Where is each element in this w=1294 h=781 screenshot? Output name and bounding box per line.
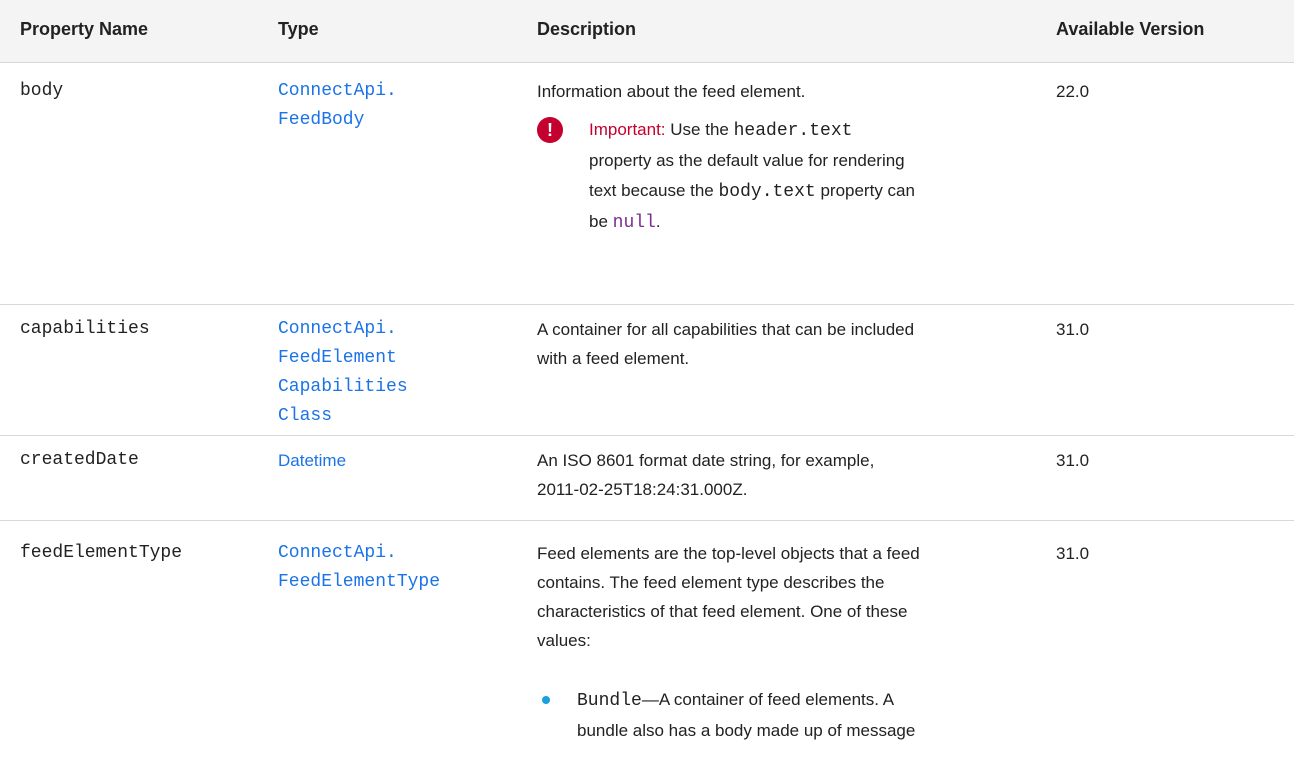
type-link[interactable]: ConnectApi. FeedElementType	[278, 539, 498, 597]
table-row: createdDate Datetime An ISO 8601 format …	[0, 436, 1294, 521]
available-version: 31.0	[1056, 451, 1090, 470]
alert-icon: !	[537, 117, 563, 143]
available-version: 31.0	[1056, 544, 1090, 563]
description: A container for all capabilities that ca…	[537, 320, 915, 368]
type-link[interactable]: Datetime	[278, 446, 498, 475]
description: An ISO 8601 format date string, for exam…	[537, 451, 875, 499]
table-row: capabilities ConnectApi. FeedElement Cap…	[0, 305, 1294, 436]
table-header: Property Name Type Description Available…	[0, 0, 1294, 63]
property-name: body	[20, 81, 64, 101]
property-name: feedElementType	[20, 543, 183, 563]
important-text: Important: Use the header.text property …	[589, 120, 915, 233]
bullet-icon	[542, 696, 550, 704]
description: Feed elements are the top-level objects …	[537, 544, 920, 650]
property-name: capabilities	[20, 319, 150, 339]
table-row: feedElementType ConnectApi. FeedElementT…	[0, 521, 1294, 781]
type-link[interactable]: ConnectApi. FeedBody	[278, 77, 498, 135]
property-name: createdDate	[20, 450, 139, 470]
header-type: Type	[278, 19, 319, 39]
type-link[interactable]: ConnectApi. FeedElement Capabilities Cla…	[278, 315, 498, 431]
header-description: Description	[537, 19, 637, 39]
header-property-name: Property Name	[20, 19, 149, 39]
description: Information about the feed element.	[537, 82, 806, 101]
available-version: 22.0	[1056, 82, 1090, 101]
header-available-version: Available Version	[1056, 19, 1205, 39]
table-row: body ConnectApi. FeedBody Information ab…	[0, 63, 1294, 305]
available-version: 31.0	[1056, 320, 1090, 339]
